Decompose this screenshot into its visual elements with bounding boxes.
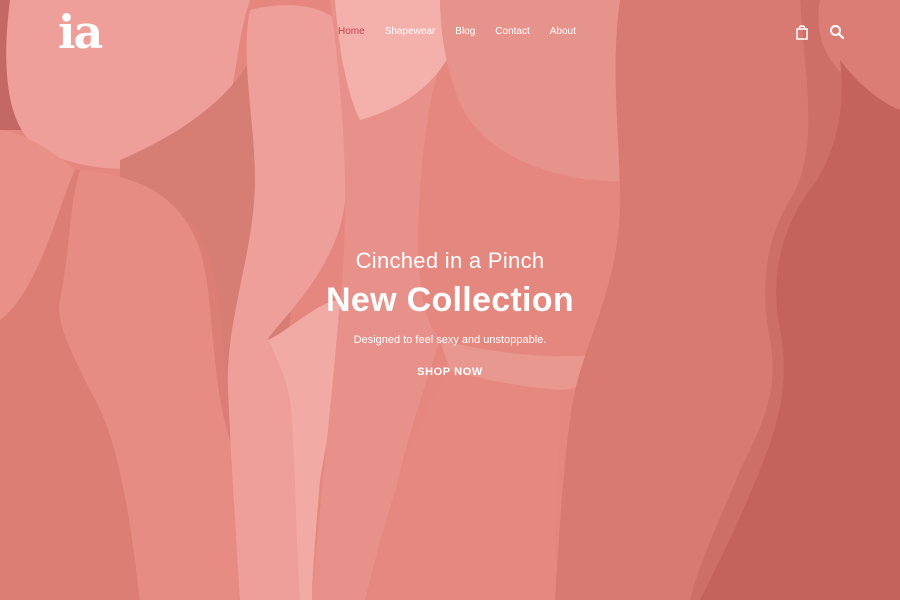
hero-subtitle: Cinched in a Pinch (355, 248, 545, 273)
hero-section: Cinched in a Pinch New Collection Design… (0, 244, 900, 380)
nav-item-shapewear[interactable]: Shapewear (385, 26, 436, 38)
shopping-bag-icon[interactable] (795, 24, 809, 40)
main-nav: Home Shapewear Blog Contact About (338, 26, 596, 38)
nav-item-blog[interactable]: Blog (455, 26, 475, 38)
nav-item-contact[interactable]: Contact (495, 26, 529, 38)
nav-item-home[interactable]: Home (338, 26, 365, 38)
site-header: ia Home Shapewear Blog Contact About (0, 0, 900, 64)
hero-tagline: Designed to feel sexy and unstoppable. (353, 334, 547, 346)
shop-now-button[interactable]: SHOP NOW (417, 366, 483, 378)
page: ia Home Shapewear Blog Contact About Cin… (0, 0, 900, 600)
brand-logo[interactable]: ia (58, 8, 103, 56)
nav-item-about[interactable]: About (550, 26, 576, 38)
hero-title: New Collection (326, 281, 574, 319)
search-icon[interactable] (829, 24, 845, 40)
